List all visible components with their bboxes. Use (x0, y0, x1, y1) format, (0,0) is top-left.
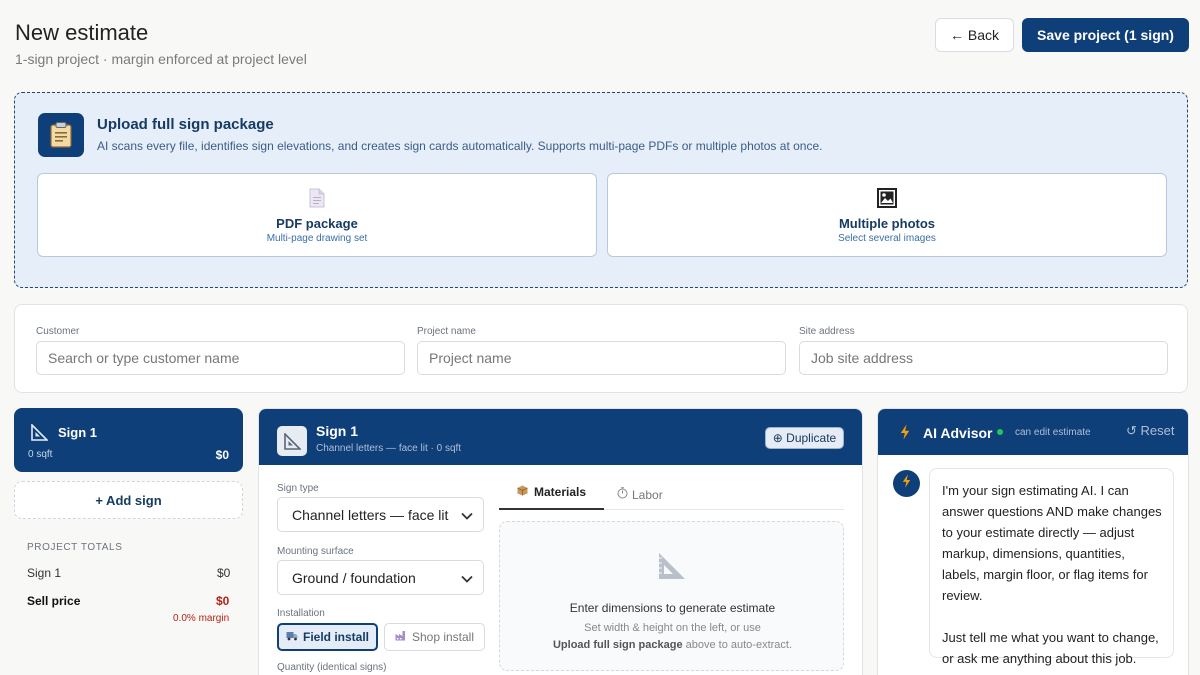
sign-editor-subtitle: Channel letters — face lit · 0 sqft (316, 443, 462, 454)
tab-materials[interactable]: Materials (499, 485, 604, 510)
chevron-down-icon (461, 570, 473, 586)
installation-label: Installation (277, 608, 325, 619)
project-fields-panel: Customer Search or type customer name Pr… (14, 304, 1188, 393)
page-title: New estimate (15, 20, 149, 45)
upload-panel[interactable]: Upload full sign package AI scans every … (14, 92, 1188, 288)
duplicate-button[interactable]: ⊕ Duplicate (765, 427, 844, 449)
project-name-label: Project name (417, 326, 476, 337)
shop-install-label: Shop install (411, 630, 475, 644)
save-project-button[interactable]: Save project (1 sign) (1022, 18, 1189, 52)
pdf-package-option[interactable]: PDF package Multi-page drawing set (37, 173, 597, 257)
tab-materials-label: Materials (533, 485, 587, 499)
empty-state-link: Upload full sign package (552, 639, 683, 651)
mounting-surface-select[interactable]: Ground / foundation (277, 560, 484, 595)
upload-description: AI scans every file, identifies sign ele… (97, 139, 823, 153)
back-button[interactable]: ← Back (935, 18, 1014, 52)
clipboard-icon (38, 113, 84, 157)
project-name-input[interactable]: Project name (417, 341, 786, 375)
tab-labor[interactable]: Labor (617, 487, 663, 502)
empty-state-title: Enter dimensions to generate estimate (569, 601, 776, 615)
sign-card-name: Sign 1 (58, 425, 98, 440)
status-dot (997, 429, 1003, 435)
photos-icon (877, 187, 897, 209)
sign-type-label: Sign type (277, 483, 319, 494)
multiple-photos-label: Multiple photos (838, 215, 936, 231)
empty-state-line2: Upload full sign package above to auto-e… (500, 639, 845, 651)
estimate-empty-state: Enter dimensions to generate estimate Se… (499, 521, 844, 671)
factory-icon (395, 630, 407, 644)
ai-advisor-status: can edit estimate (1015, 427, 1091, 438)
triangle-ruler-icon (31, 423, 49, 446)
quantity-label: Quantity (identical signs) (277, 662, 387, 673)
sign-type-value: Channel letters — face lit (292, 506, 449, 523)
reset-button[interactable]: ↺ Reset (1126, 423, 1174, 439)
site-address-input[interactable]: Job site address (799, 341, 1168, 375)
triangle-ruler-icon (658, 552, 686, 585)
sign-card-area: 0 sqft (28, 449, 53, 460)
tab-labor-label: Labor (632, 487, 663, 502)
ai-message-paragraph-2: Just tell me what you want to change, or… (942, 630, 1159, 666)
multiple-photos-option[interactable]: Multiple photos Select several images (607, 173, 1167, 257)
ai-message-paragraph-1: I'm your sign estimating AI. I can answe… (942, 483, 1162, 603)
page-subtitle: 1-sign project · margin enforced at proj… (15, 51, 307, 67)
truck-icon (286, 630, 298, 644)
field-install-toggle[interactable]: Field install (277, 623, 378, 651)
sign-editor-header: Sign 1 Channel letters — face lit · 0 sq… (259, 409, 862, 465)
chevron-down-icon (461, 507, 473, 523)
pdf-package-hint: Multi-page drawing set (266, 232, 368, 244)
sign-editor-panel: Sign 1 Channel letters — face lit · 0 sq… (258, 408, 863, 675)
add-sign-button[interactable]: + Add sign (14, 481, 243, 519)
customer-input[interactable]: Search or type customer name (36, 341, 405, 375)
sign-type-select[interactable]: Channel letters — face lit (277, 497, 484, 532)
customer-label: Customer (36, 326, 80, 337)
empty-state-line1: Set width & height on the left, or use (584, 622, 761, 634)
ai-advisor-header: AI Advisor can edit estimate ↺ Reset (878, 409, 1188, 455)
sign-card-price: $0 (215, 448, 229, 462)
stopwatch-icon (617, 487, 628, 502)
lightning-icon (900, 424, 910, 445)
site-address-label: Site address (799, 326, 855, 337)
totals-sign-value: $0 (217, 566, 231, 580)
shop-install-toggle[interactable]: Shop install (384, 623, 485, 651)
triangle-ruler-icon (277, 426, 307, 456)
sign-editor-title: Sign 1 (316, 423, 359, 439)
sell-price-label: Sell price (27, 594, 81, 608)
project-totals-heading: PROJECT TOTALS (27, 542, 123, 553)
sign-card-1[interactable]: Sign 1 0 sqft $0 (14, 408, 243, 472)
margin-percent: 0.0% margin (173, 613, 230, 624)
upload-title: Upload full sign package (97, 116, 274, 133)
ai-avatar (893, 470, 920, 497)
totals-sign-label: Sign 1 (27, 566, 62, 580)
empty-state-line2-rest: above to auto-extract. (682, 639, 793, 651)
box-icon (517, 485, 528, 499)
document-icon (309, 187, 325, 209)
ai-advisor-panel: AI Advisor can edit estimate ↺ Reset I'm… (877, 408, 1189, 675)
mounting-surface-label: Mounting surface (277, 546, 354, 557)
ai-message-bubble: I'm your sign estimating AI. I can answe… (929, 468, 1174, 666)
multiple-photos-hint: Select several images (838, 232, 936, 244)
ai-advisor-title: AI Advisor (923, 425, 993, 441)
sell-price-value: $0 (216, 594, 230, 608)
lightning-icon (902, 474, 911, 493)
field-install-label: Field install (302, 630, 369, 644)
mounting-surface-value: Ground / foundation (292, 569, 416, 586)
pdf-package-label: PDF package (276, 215, 358, 231)
